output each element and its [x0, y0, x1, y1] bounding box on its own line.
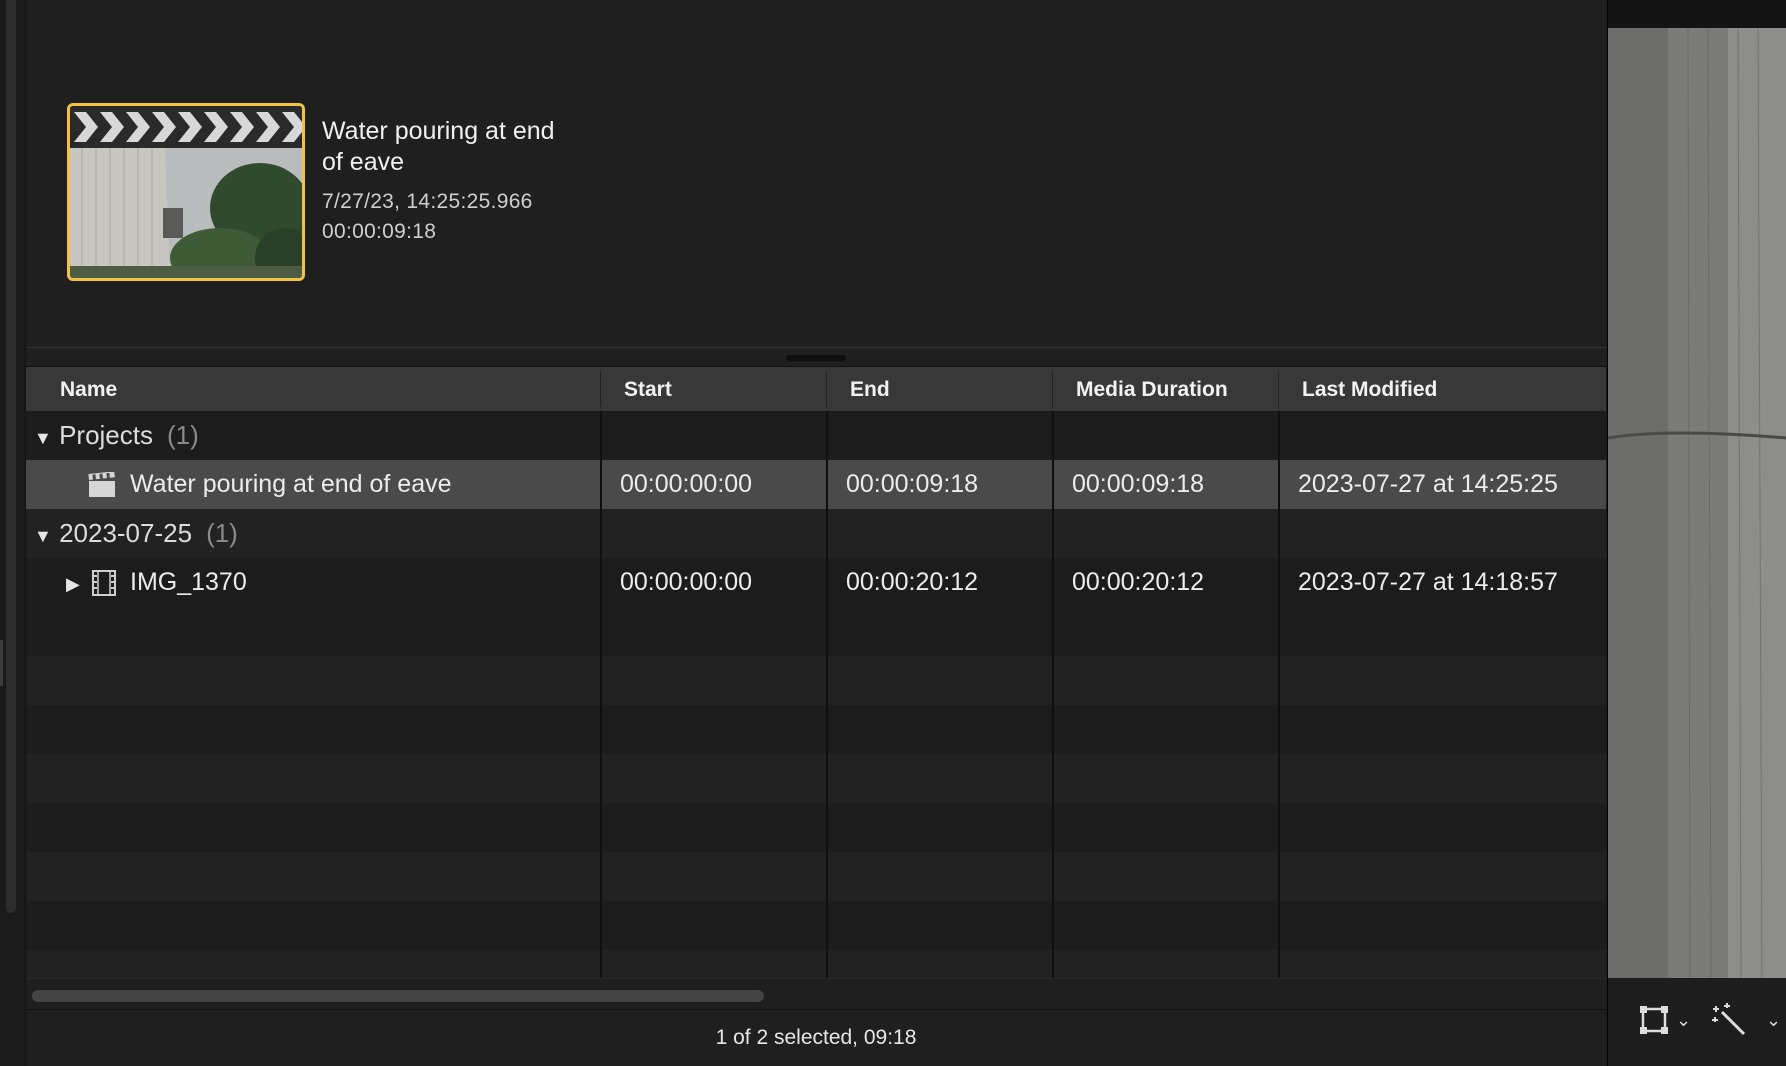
disclosure-triangle-open-icon[interactable]: ▼	[34, 414, 52, 463]
film-icon	[92, 558, 116, 607]
list-stripe	[26, 705, 1606, 754]
column-header-start[interactable]: Start	[624, 367, 672, 411]
row-last-modified: 2023-07-27 at 14:25:25	[1298, 470, 1558, 498]
row-name: IMG_1370	[130, 568, 247, 596]
clip-date: 7/27/23, 14:25:25.966	[322, 190, 533, 213]
column-divider[interactable]	[826, 371, 827, 407]
chevron-down-icon[interactable]: ⌄	[1676, 1010, 1691, 1031]
list-stripe	[26, 852, 1606, 901]
list-stripe	[26, 803, 1606, 852]
column-divider[interactable]	[1052, 371, 1053, 407]
viewer-frame[interactable]	[1608, 28, 1786, 978]
row-start: 00:00:00:00	[620, 470, 753, 498]
chevron-down-icon[interactable]: ⌄	[1766, 1010, 1781, 1031]
column-divider[interactable]	[1278, 371, 1279, 407]
viewer-toolbar	[1608, 0, 1786, 28]
column-line	[1052, 411, 1054, 978]
clip-frame-image	[70, 148, 302, 278]
row-end: 00:00:09:18	[846, 470, 979, 498]
group-title: Projects	[59, 420, 153, 450]
group-row-date[interactable]: ▼ 2023-07-25 (1)	[26, 509, 1606, 558]
column-header-last-modified[interactable]: Last Modified	[1302, 367, 1437, 411]
column-line	[826, 411, 828, 978]
viewer-bottom-bar: ⌄ ⌄	[1608, 978, 1786, 1066]
splitter-handle[interactable]	[786, 355, 846, 361]
sidebar-resize-handle[interactable]	[0, 640, 3, 686]
clapperboard-icon	[88, 460, 116, 509]
transform-icon[interactable]	[1638, 1004, 1670, 1041]
column-header-name[interactable]: Name	[60, 367, 117, 411]
row-start: 00:00:00:00	[620, 568, 753, 596]
group-title: 2023-07-25	[59, 518, 193, 548]
row-last-modified: 2023-07-27 at 14:18:57	[1298, 568, 1558, 596]
viewer-panel: ⌄ ⌄	[1607, 0, 1786, 1066]
clip-preview-area: Water pouring at end of eave 7/27/23, 14…	[26, 0, 1606, 347]
scrollbar-thumb[interactable]	[32, 990, 764, 1002]
list-stripe	[26, 950, 1606, 978]
selection-status: 1 of 2 selected, 09:18	[26, 1010, 1606, 1066]
group-row-projects[interactable]: ▼ Projects (1)	[26, 411, 1606, 460]
sidebar-edge	[0, 0, 26, 1066]
group-count: (1)	[206, 518, 238, 548]
column-divider[interactable]	[600, 371, 601, 407]
row-end: 00:00:20:12	[846, 568, 979, 596]
magic-wand-icon[interactable]	[1712, 1002, 1748, 1043]
horizontal-scrollbar[interactable]	[26, 978, 1606, 1010]
project-thumbnail[interactable]	[67, 103, 305, 281]
clip-info: Water pouring at end of eave 7/27/23, 14…	[322, 116, 562, 244]
list-stripe	[26, 656, 1606, 705]
list-stripe	[26, 607, 1606, 656]
table-row[interactable]: ▶ IMG_1370 00:00:00:00 00:00:20:12 00:00…	[26, 558, 1606, 607]
row-name: Water pouring at end of eave	[130, 470, 452, 498]
list-stripe	[26, 754, 1606, 803]
browser-panel: Water pouring at end of eave 7/27/23, 14…	[26, 0, 1606, 1066]
row-media-duration: 00:00:09:18	[1072, 470, 1205, 498]
clip-title: Water pouring at end of eave	[322, 117, 555, 176]
list-stripe	[26, 901, 1606, 950]
column-line	[600, 411, 602, 978]
clapperboard-stripe	[70, 106, 302, 148]
clip-list: ▼ Projects (1) Water pouring at end of ea…	[26, 411, 1606, 978]
disclosure-triangle-closed-icon[interactable]: ▶	[66, 558, 80, 607]
row-media-duration: 00:00:20:12	[1072, 568, 1205, 596]
group-count: (1)	[166, 420, 199, 450]
column-line	[1278, 411, 1280, 978]
disclosure-triangle-open-icon[interactable]: ▼	[34, 512, 52, 561]
list-header: Name Start End Media Duration Last Modif…	[26, 367, 1606, 412]
column-header-media-duration[interactable]: Media Duration	[1076, 367, 1228, 411]
table-row[interactable]: Water pouring at end of eave 00:00:00:00…	[26, 460, 1606, 509]
clip-duration: 00:00:09:18	[322, 220, 437, 243]
sidebar-scrollbar[interactable]	[6, 0, 16, 913]
column-header-end[interactable]: End	[850, 367, 890, 411]
pane-splitter[interactable]	[26, 347, 1606, 367]
